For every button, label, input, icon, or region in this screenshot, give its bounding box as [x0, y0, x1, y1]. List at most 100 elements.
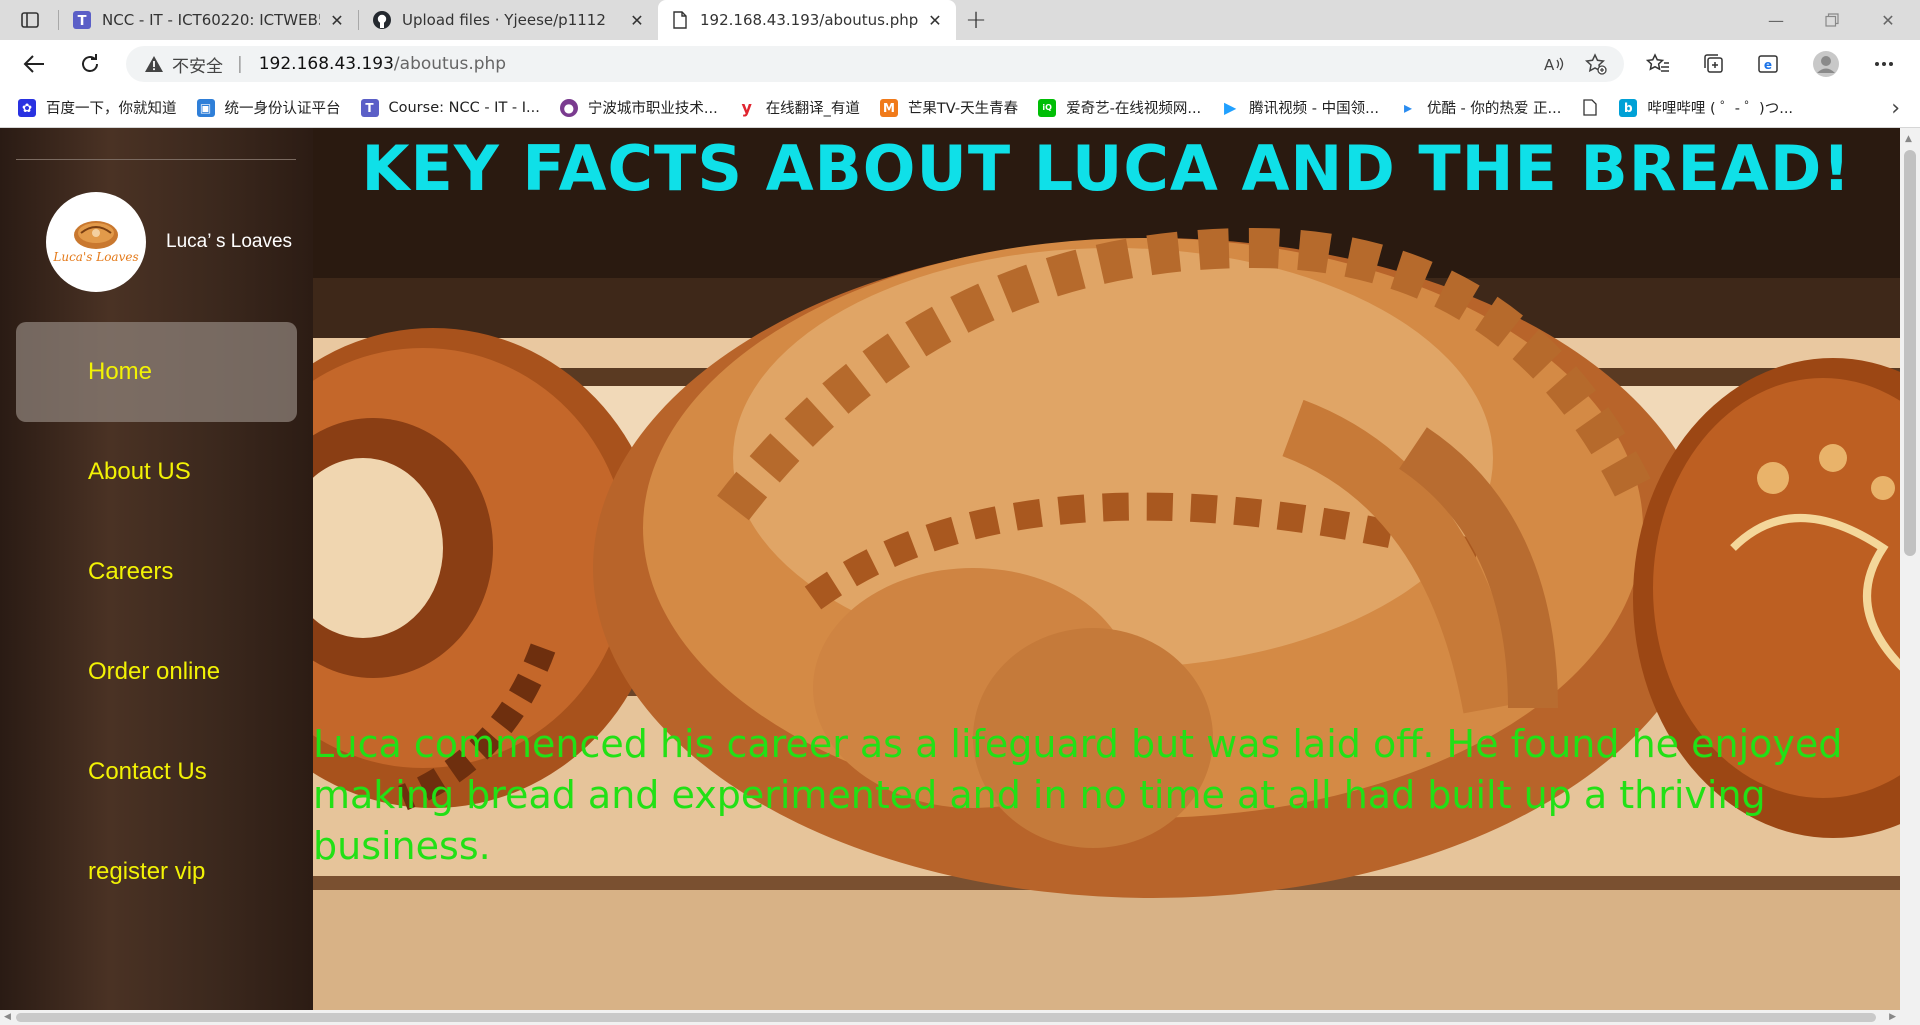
address-divider: | — [237, 54, 243, 74]
bookmark-baidu[interactable]: ✿ 百度一下，你就知道 — [18, 97, 177, 118]
brand-name: Luca’ s Loaves — [166, 231, 293, 252]
bookmarks-bar: ✿ 百度一下，你就知道 ▣ 统一身份认证平台 T Course: NCC - IT -… — [0, 88, 1920, 128]
close-icon[interactable]: ✕ — [628, 11, 646, 30]
page-icon — [670, 10, 690, 30]
tab-separator — [358, 10, 359, 30]
bookmark-iqiyi[interactable]: iQ 爱奇艺-在线视频网... — [1038, 97, 1201, 118]
scroll-up-icon[interactable]: ▲ — [1905, 134, 1912, 144]
url-host: 192.168.43.193 — [258, 54, 394, 74]
bookmark-bilibili[interactable]: b 哔哩哔哩 ( ゜- ゜)つ... — [1619, 97, 1793, 118]
bookmark-mango[interactable]: M 芒果TV-天生青春 — [879, 97, 1018, 118]
baidu-icon: ✿ — [18, 98, 36, 117]
address-bar-actions: A — [1542, 52, 1608, 76]
nav-order-online[interactable]: Order online — [16, 622, 297, 722]
about-paragraph: Luca commenced his career as a lifeguard… — [313, 719, 1900, 872]
scroll-right-icon[interactable]: ▶ — [1889, 1012, 1896, 1022]
tab-title: Upload files · Yjeese/p1112 — [402, 11, 606, 29]
bookmark-label: Course: NCC - IT - I... — [388, 99, 540, 116]
bookmark-label: 腾讯视频 - 中国领... — [1249, 101, 1379, 117]
logo-text: Luca's Loaves — [52, 250, 138, 264]
nav-contact-us[interactable]: Contact Us — [16, 722, 297, 822]
close-window-icon[interactable]: ✕ — [1860, 0, 1916, 40]
bilibili-icon: b — [1619, 98, 1638, 117]
tab-aboutus[interactable]: 192.168.43.193/aboutus.php ✕ — [658, 0, 956, 40]
new-tab-icon[interactable]: + — [962, 5, 990, 35]
bread-logo-icon: Luca's Loaves — [52, 221, 139, 264]
mango-icon: M — [879, 98, 898, 117]
teams-icon: T — [72, 10, 92, 30]
nav-register-vip[interactable]: register vip — [16, 822, 297, 922]
bookmark-label: 爱奇艺-在线视频网... — [1066, 101, 1202, 117]
collections-icon[interactable] — [1698, 48, 1730, 80]
ie-mode-icon[interactable]: e — [1752, 48, 1784, 80]
svg-text:e: e — [1764, 58, 1772, 72]
svg-text:T: T — [78, 14, 87, 29]
logo: Luca's Loaves — [46, 192, 146, 292]
about-text-line-2: making bread and experimented and in no … — [313, 773, 1766, 868]
close-icon[interactable]: ✕ — [328, 11, 346, 30]
tab-separator — [58, 10, 59, 30]
brand[interactable]: Luca's Loaves Luca’ s Loaves — [46, 192, 292, 292]
bookmark-school[interactable]: ● 宁波城市职业技术... — [559, 97, 718, 118]
scroll-thumb[interactable] — [16, 1013, 1876, 1022]
tab-actions-icon[interactable] — [12, 8, 48, 32]
warning-icon[interactable] — [144, 55, 164, 73]
restore-icon[interactable] — [1804, 0, 1860, 40]
bookmark-label: 在线翻译_有道 — [765, 101, 860, 117]
school-icon: ● — [559, 98, 578, 117]
scroll-thumb[interactable] — [1904, 150, 1916, 556]
bookmark-label: 百度一下，你就知道 — [46, 101, 177, 117]
url-path: /aboutus.php — [393, 54, 507, 74]
minimize-icon[interactable]: — — [1748, 0, 1804, 40]
bookmark-course[interactable]: T Course: NCC - IT - I... — [360, 98, 540, 117]
bookmark-tencent[interactable]: ▶ 腾讯视频 - 中国领... — [1221, 97, 1379, 118]
bread-background-image — [313, 128, 1900, 1010]
insecure-label: 不安全 — [172, 56, 223, 77]
close-icon[interactable]: ✕ — [926, 11, 944, 30]
iqiyi-icon: iQ — [1038, 98, 1057, 117]
tencent-video-icon: ▶ — [1224, 98, 1237, 117]
bookmark-label: 优酷 - 你的热爱 正... — [1426, 101, 1562, 117]
favorites-icon[interactable] — [1642, 48, 1674, 80]
scroll-left-icon[interactable]: ◀ — [4, 1012, 11, 1022]
tab-strip: T NCC - IT - ICT60220: ICTWEB513 ✕ Uploa… — [0, 0, 1920, 40]
bookmark-label: 哔哩哔哩 ( ゜- ゜)つ... — [1647, 101, 1794, 117]
tab-title: NCC - IT - ICT60220: ICTWEB513 — [102, 11, 320, 29]
bookmark-label: 统一身份认证平台 — [224, 101, 341, 117]
page-title: KEY FACTS ABOUT LUCA AND THE BREAD! — [361, 132, 1852, 205]
vertical-scrollbar[interactable]: ▲ — [1900, 128, 1920, 1010]
about-text-line-1: Luca commenced his career as a lifeguard… — [313, 722, 1843, 766]
chevron-right-icon[interactable]: › — [1891, 96, 1900, 121]
sidebar: Luca's Loaves Luca’ s Loaves Home About … — [0, 128, 313, 1010]
youdao-icon: y — [741, 98, 752, 117]
svg-text:A: A — [1544, 56, 1555, 73]
nav-careers[interactable]: Careers — [16, 522, 297, 622]
read-aloud-icon[interactable]: A — [1542, 52, 1566, 76]
youku-icon: ▸ — [1403, 98, 1412, 117]
profile-avatar-icon[interactable] — [1810, 48, 1842, 80]
tab-ncc[interactable]: T NCC - IT - ICT60220: ICTWEB513 ✕ — [60, 0, 358, 40]
teams-icon: T — [360, 98, 379, 117]
tab-title: 192.168.43.193/aboutus.php — [700, 11, 918, 29]
horizontal-scrollbar[interactable]: ◀ ▶ — [0, 1010, 1920, 1025]
bookmark-document[interactable] — [1581, 99, 1599, 117]
lock-icon: ▣ — [196, 98, 215, 117]
hero-section: KEY FACTS ABOUT LUCA AND THE BREAD! Luca… — [313, 128, 1900, 1010]
add-favorite-icon[interactable] — [1584, 52, 1608, 76]
nav-about-us[interactable]: About US — [16, 422, 297, 522]
main-nav: Home About US Careers Order online Conta… — [16, 322, 297, 922]
back-icon[interactable] — [18, 48, 50, 80]
more-menu-icon[interactable] — [1868, 48, 1900, 80]
github-icon — [372, 10, 392, 30]
document-icon — [1581, 99, 1599, 117]
bookmark-youdao[interactable]: y 在线翻译_有道 — [738, 97, 860, 118]
bookmark-youku[interactable]: ▸ 优酷 - 你的热爱 正... — [1399, 97, 1561, 118]
refresh-icon[interactable] — [74, 48, 106, 80]
tab-github[interactable]: Upload files · Yjeese/p1112 ✕ — [360, 0, 658, 40]
browser-toolbar: 不安全 | 192.168.43.193/aboutus.php A e — [0, 40, 1920, 88]
bookmark-auth[interactable]: ▣ 统一身份认证平台 — [196, 97, 341, 118]
address-bar[interactable]: 不安全 | 192.168.43.193/aboutus.php A — [126, 46, 1624, 82]
page-content: Luca's Loaves Luca’ s Loaves Home About … — [0, 128, 1900, 1010]
bookmark-label: 宁波城市职业技术... — [587, 101, 718, 117]
nav-home[interactable]: Home — [16, 322, 297, 422]
